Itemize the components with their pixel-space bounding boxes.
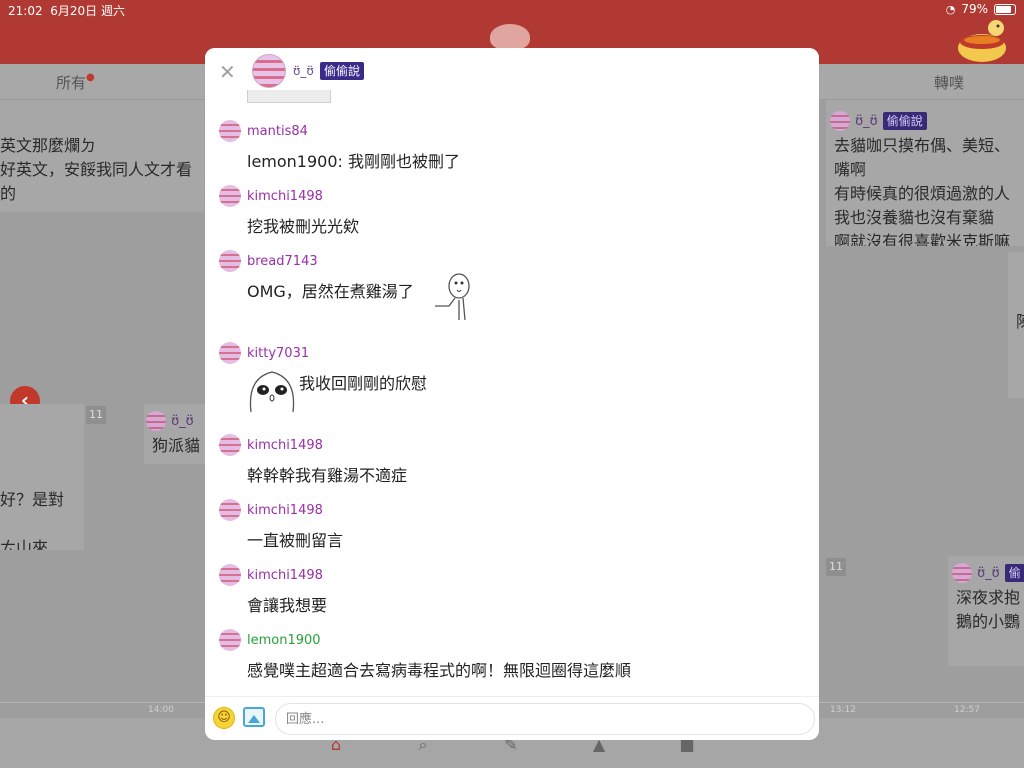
- response-count: 11: [86, 406, 106, 424]
- plurk-nickname: ʊ̈_ʊ̈: [977, 566, 1000, 581]
- comment-text: 挖我被刪光光欸: [247, 217, 360, 236]
- comment-text: 感覺噗主超適合去寫病毒程式的啊！無限迴圈得這麼順: [247, 661, 632, 680]
- plurk-text-line: 啊就沒有很喜歡米克斯嘛: [834, 232, 1011, 246]
- comment-username[interactable]: kimchi1498: [247, 438, 323, 453]
- plurk-card[interactable]: ʊ̈_ʊ̈ 偷 深夜求抱 鵝的小鸚: [948, 556, 1024, 666]
- avatar[interactable]: [252, 54, 286, 88]
- tab-share[interactable]: 轉噗: [934, 72, 964, 93]
- emoji-icon[interactable]: ☺: [213, 707, 235, 729]
- plurk-text-line: 好英文，安餒我同人文才看的: [0, 160, 193, 203]
- plurk-card[interactable]: ʊ̈_ʊ̈ 偷偷說 去貓咖只摸布偶、美短、 嘴啊 有時候真的很煩過激的人 我也沒…: [826, 100, 1024, 246]
- comment-text: 幹幹幹我有雞湯不適症: [247, 466, 408, 485]
- plurk-text-line: 去貓咖只摸布偶、美短、: [834, 136, 1011, 155]
- image-icon[interactable]: [243, 707, 265, 727]
- plurk-logo-icon[interactable]: [490, 24, 530, 50]
- anonymous-badge: 偷偷說: [320, 62, 365, 80]
- plurk-text-line: ㄊ山來: [0, 538, 49, 550]
- comment-username[interactable]: mantis84: [247, 124, 308, 139]
- close-icon[interactable]: ✕: [219, 60, 236, 84]
- poster-nickname[interactable]: ʊ̈_ʊ̈: [293, 64, 314, 78]
- avatar[interactable]: [219, 629, 241, 651]
- comment-username[interactable]: kimchi1498: [247, 503, 323, 518]
- plurk-text-line: 狗派貓: [152, 436, 201, 455]
- time-label: 14:00: [146, 705, 176, 715]
- plurk-text-line: 陳: [1016, 310, 1024, 334]
- avatar: [146, 410, 166, 431]
- sticker-icon: [249, 371, 295, 413]
- plurk-text-line: 英文那麼爛ㄉ: [0, 136, 97, 155]
- plurk-text-line: 有時候真的很煩過激的人: [834, 184, 1011, 203]
- avatar[interactable]: [219, 434, 241, 456]
- comment-text: OMG，居然在煮雞湯了: [247, 282, 414, 301]
- reply-input[interactable]: [275, 703, 815, 735]
- comment-text: 我收回剛剛的欣慰: [299, 374, 428, 393]
- avatar: [952, 562, 972, 583]
- plurk-text-line: 深夜求抱: [956, 588, 1021, 607]
- avatar: [830, 110, 850, 131]
- comment-text: 一直被刪留言: [247, 531, 344, 550]
- avatar[interactable]: [219, 342, 241, 364]
- plurk-detail-modal: ✕ ʊ̈_ʊ̈ 偷偷說 mantis84 lemon1900: 我剛剛也被刪了 …: [205, 48, 819, 740]
- avatar[interactable]: [219, 564, 241, 586]
- plurk-card[interactable]: 好？是對 ㄊ山來: [0, 404, 84, 550]
- comment-text: lemon1900: 我剛剛也被刪了: [247, 152, 461, 171]
- plurk-card[interactable]: 英文那麼爛ㄉ 好英文，安餒我同人文才看的: [0, 100, 204, 212]
- plurk-card[interactable]: 陳: [1008, 252, 1024, 398]
- avatar[interactable]: [219, 499, 241, 521]
- comment-username[interactable]: bread7143: [247, 254, 318, 269]
- reply-bar: ☺: [205, 696, 819, 740]
- time-label: 13:12: [828, 705, 858, 715]
- plurk-text-line: 我也沒養貓也沒有棄貓: [834, 208, 995, 227]
- anonymous-badge: 偷偷說: [882, 112, 927, 130]
- time-label: 12:57: [952, 705, 982, 715]
- modal-header: ✕ ʊ̈_ʊ̈ 偷偷說: [205, 48, 819, 104]
- response-count: 11: [826, 558, 846, 576]
- comment-username[interactable]: kitty7031: [247, 346, 309, 361]
- tab-all[interactable]: 所有●: [56, 72, 95, 93]
- comment-username[interactable]: lemon1900: [247, 633, 321, 648]
- attached-image-thumbnail[interactable]: [247, 90, 331, 103]
- comment-text: 會讓我想要: [247, 596, 328, 615]
- avatar[interactable]: [219, 250, 241, 272]
- avatar[interactable]: [219, 185, 241, 207]
- comment-username[interactable]: kimchi1498: [247, 189, 323, 204]
- plurk-text-line: 鵝的小鸚: [956, 612, 1021, 631]
- anonymous-badge: 偷: [1004, 564, 1024, 582]
- mascot-icon: [958, 20, 1006, 62]
- plurk-text-line: 好？是對: [0, 490, 65, 509]
- comment-username[interactable]: kimchi1498: [247, 568, 323, 583]
- plurk-card[interactable]: ʊ̈_ʊ̈ 狗派貓: [144, 404, 206, 464]
- sticker-icon: [435, 273, 470, 321]
- plurk-nickname: ʊ̈_ʊ̈: [171, 414, 194, 429]
- plurk-text-line: 嘴啊: [834, 160, 867, 179]
- comment-list[interactable]: mantis84 lemon1900: 我剛剛也被刪了 kimchi1498 挖…: [205, 104, 819, 696]
- battery-icon: [994, 3, 1016, 15]
- status-time: 21:02 6月20日 週六: [8, 4, 125, 18]
- plurk-nickname: ʊ̈_ʊ̈: [855, 114, 878, 129]
- avatar[interactable]: [219, 120, 241, 142]
